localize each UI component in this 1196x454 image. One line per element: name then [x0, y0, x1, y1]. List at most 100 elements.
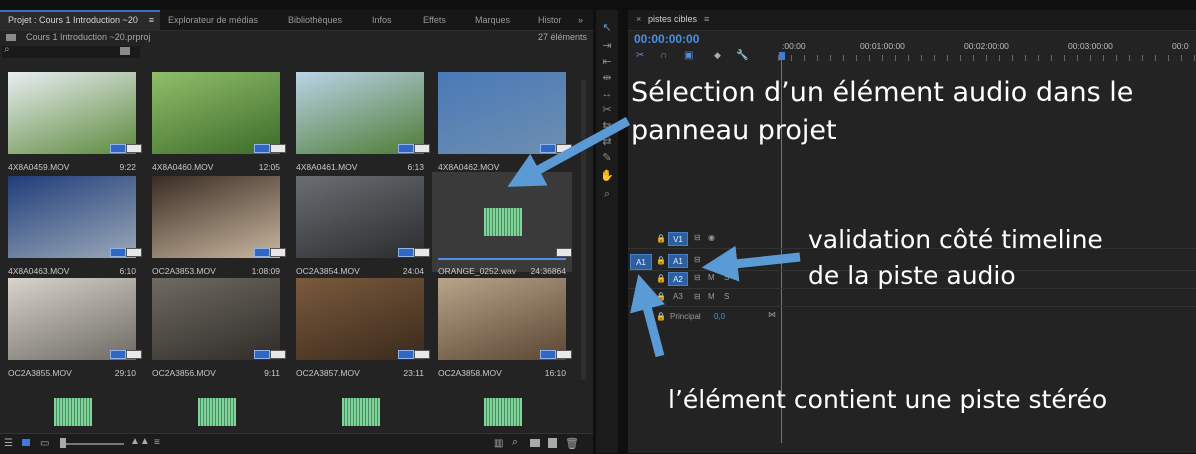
trash-icon[interactable]: 🗑	[565, 437, 579, 450]
project-bottom-bar: ☰ ▭ ▲▲ ≡ ▥ ⌕ 🗑	[0, 433, 593, 454]
project-scrollbar[interactable]	[581, 80, 586, 380]
media-thumbnail[interactable]	[8, 176, 136, 258]
search-icon: ⌕	[4, 44, 10, 55]
audio-waveform-icon	[484, 208, 522, 236]
video-audio-badge-icon	[398, 350, 414, 359]
freeform-view-icon[interactable]: ▭	[40, 438, 49, 449]
master-end-icon: ⋈	[768, 310, 776, 319]
track-target-a1[interactable]: A1	[668, 254, 688, 268]
ruler-label: 00:01:00:00	[860, 41, 905, 51]
tab-effects[interactable]: Effets	[415, 10, 465, 30]
master-volume-value[interactable]: 0,0	[714, 312, 725, 321]
source-patch-a1[interactable]: A1	[630, 254, 652, 270]
annotation-selection-line1: Sélection d’un élément audio dans le	[631, 77, 1134, 108]
ruler-label: 00:02:00:00	[964, 41, 1009, 51]
selection-tool-icon[interactable]: ↖	[598, 20, 616, 36]
lock-icon[interactable]: 🔒	[656, 256, 666, 265]
double-chevron-right-icon[interactable]: »	[574, 10, 593, 30]
lock-icon[interactable]: 🔒	[656, 292, 666, 301]
tab-media-browser[interactable]: Explorateur de médias	[160, 10, 272, 30]
wrench-icon[interactable]: 🔧	[736, 50, 748, 61]
video-audio-badge-icon	[110, 248, 126, 257]
sync-lock-icon[interactable]: ⊟	[694, 255, 701, 264]
tab-history[interactable]: Histor	[530, 10, 570, 30]
eye-icon[interactable]: ◉	[708, 233, 715, 242]
toggle-output-icon[interactable]: ⊟	[694, 233, 701, 242]
lock-icon[interactable]: 🔒	[656, 312, 666, 321]
annotation-stereo: l’élément contient une piste stéréo	[668, 385, 1108, 414]
new-bin-icon[interactable]	[120, 47, 130, 55]
panel-menu-icon[interactable]: ≡	[704, 14, 709, 24]
video-audio-badge-icon	[110, 144, 126, 153]
sync-lock-icon[interactable]: ⊟	[694, 292, 701, 301]
time-ruler[interactable]: :00:00 00:01:00:00 00:02:00:00 00:03:00:…	[778, 37, 1196, 63]
video-audio-badge-icon	[254, 350, 270, 359]
tab-project[interactable]: Projet : Cours 1 Introduction ~20 ≡	[0, 10, 160, 30]
tab-markers[interactable]: Marques	[467, 10, 527, 30]
track-select-icon[interactable]: ⇥	[598, 38, 616, 54]
media-thumbnail[interactable]	[296, 278, 424, 360]
ruler-label: 00:0	[1172, 41, 1189, 51]
sort-icon[interactable]: ≡	[154, 437, 160, 448]
rolling-edit-icon[interactable]: ⇹	[598, 70, 616, 86]
media-thumbnail[interactable]	[296, 72, 424, 154]
solo-button[interactable]: S	[724, 273, 729, 282]
hand-icon[interactable]: ✋	[598, 168, 616, 184]
new-bin-bottom-icon[interactable]	[530, 439, 540, 447]
usage-bar	[438, 258, 566, 260]
audio-waveform-icon	[54, 398, 92, 426]
track-label-a3[interactable]: A3	[673, 292, 683, 301]
media-thumbnail[interactable]	[8, 278, 136, 360]
audio-badge-icon	[414, 248, 430, 257]
tab-libraries[interactable]: Bibliothèques	[280, 10, 360, 30]
solo-button[interactable]: S	[724, 292, 729, 301]
folder-icon	[6, 34, 16, 41]
list-view-icon[interactable]: ☰	[4, 438, 13, 449]
mute-button[interactable]: M	[708, 273, 715, 282]
media-thumbnail[interactable]	[152, 72, 280, 154]
sequence-name[interactable]: pistes cibles	[648, 14, 697, 24]
marker-icon[interactable]: ◆	[714, 50, 721, 61]
track-target-v1[interactable]: V1	[668, 232, 688, 246]
sync-lock-icon[interactable]: ⊟	[694, 273, 701, 282]
razor-icon[interactable]: ✂	[598, 102, 616, 118]
add-marker-icon[interactable]: ▣	[684, 50, 693, 61]
media-thumbnail[interactable]	[8, 72, 136, 154]
video-audio-badge-icon	[540, 144, 556, 153]
lock-icon[interactable]: 🔒	[656, 274, 666, 283]
tab-info[interactable]: Infos	[364, 10, 414, 30]
find-icon[interactable]: ⌕	[512, 436, 518, 449]
playhead-handle-icon[interactable]	[779, 52, 785, 60]
video-audio-badge-icon	[110, 350, 126, 359]
rate-stretch-icon[interactable]: ↔	[598, 86, 616, 102]
media-thumbnail[interactable]	[152, 176, 280, 258]
lock-icon[interactable]: 🔒	[656, 234, 666, 243]
snap-icon[interactable]: ✂	[636, 50, 644, 61]
zoom-slider[interactable]	[60, 443, 124, 445]
track-target-a2[interactable]: A2	[668, 272, 688, 286]
audio-badge-icon	[126, 248, 142, 257]
new-item-icon[interactable]	[548, 438, 557, 448]
close-icon[interactable]: ×	[636, 14, 641, 24]
slip-icon[interactable]: ⇆	[598, 118, 616, 134]
linked-selection-icon[interactable]: ∩	[660, 50, 667, 61]
video-audio-badge-icon	[398, 144, 414, 153]
audio-waveform-icon	[198, 398, 236, 426]
audio-badge-icon	[556, 248, 572, 257]
playhead-timecode[interactable]: 00:00:00:00	[634, 32, 699, 46]
automate-icon[interactable]: ▥	[494, 438, 503, 449]
audio-badge-icon	[270, 144, 286, 153]
zoom-handle-icon[interactable]	[60, 438, 66, 448]
mute-button[interactable]: M	[708, 292, 715, 301]
panel-menu-icon[interactable]: ≡	[149, 12, 154, 29]
zoom-icon[interactable]: ⌕	[598, 186, 616, 202]
pen-icon[interactable]: ✎	[598, 150, 616, 166]
media-thumbnail[interactable]	[296, 176, 424, 258]
icon-view-icon[interactable]	[22, 439, 30, 446]
audio-badge-icon	[414, 350, 430, 359]
slide-icon[interactable]: ⇄	[598, 134, 616, 150]
media-thumbnail[interactable]	[438, 72, 566, 154]
ripple-edit-icon[interactable]: ⇤	[598, 54, 616, 70]
media-thumbnail[interactable]	[152, 278, 280, 360]
media-thumbnail[interactable]	[438, 278, 566, 360]
